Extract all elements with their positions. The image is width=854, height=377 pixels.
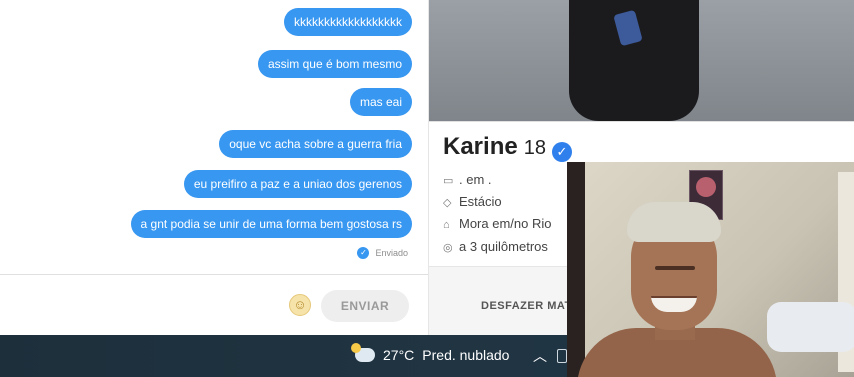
- emoji-icon[interactable]: ☺: [289, 294, 311, 316]
- tray-device-icon[interactable]: [557, 349, 567, 363]
- undo-match-button[interactable]: DESFAZER MAT: [481, 300, 572, 312]
- message-bubble: a gnt podia se unir de uma forma bem gos…: [130, 210, 412, 238]
- profile-age: 18: [523, 137, 546, 159]
- webcam-overlay: [567, 162, 854, 377]
- message-bubble: eu preifiro a paz e a uniao dos gerenos: [183, 170, 412, 198]
- verified-check-icon: ✓: [551, 142, 572, 162]
- message-bubble: assim que é bom mesmo: [257, 50, 412, 78]
- sent-status-label: Enviado: [375, 248, 408, 258]
- graduation-cap-icon: ◇: [443, 197, 452, 209]
- weather-widget[interactable]: 27°C Pred. nublado: [351, 343, 510, 363]
- message-bubble: kkkkkkkkkkkkkkkkkk: [284, 8, 412, 36]
- sent-status: ✓ Enviado: [357, 247, 408, 259]
- webcam-curtain: [567, 162, 585, 377]
- profile-photo[interactable]: [429, 0, 854, 121]
- profile-header: Karine 18 ✓: [443, 133, 572, 162]
- webcam-person-hair: [627, 202, 721, 242]
- divider: [429, 121, 854, 122]
- message-bubble: oque vc acha sobre a guerra fria: [219, 130, 412, 158]
- partly-cloudy-icon: [351, 343, 375, 362]
- webcam-bedding: [767, 302, 854, 352]
- profile-school: ◇ Estácio: [443, 194, 502, 209]
- message-bubble: mas eai: [349, 88, 412, 116]
- tray-chevron-icon[interactable]: ︿: [533, 346, 547, 366]
- location-pin-icon: ◎: [443, 242, 453, 254]
- profile-lives-in: ⌂ Mora em/no Rio: [443, 216, 552, 231]
- send-button[interactable]: ENVIAR: [321, 290, 409, 322]
- profile-name: Karine: [443, 133, 518, 160]
- webcam-person-eyes: [655, 266, 695, 270]
- profile-distance: ◎ a 3 quilômetros: [443, 239, 548, 254]
- profile-job: ▭. em .: [443, 172, 492, 187]
- weather-description: Pred. nublado: [422, 347, 510, 363]
- briefcase-icon: ▭: [443, 175, 454, 187]
- sent-check-icon: ✓: [357, 247, 370, 259]
- weather-temperature: 27°C: [383, 347, 415, 363]
- home-icon: ⌂: [443, 219, 450, 231]
- chat-panel: kkkkkkkkkkkkkkkkkk assim que é bom mesmo…: [0, 0, 428, 335]
